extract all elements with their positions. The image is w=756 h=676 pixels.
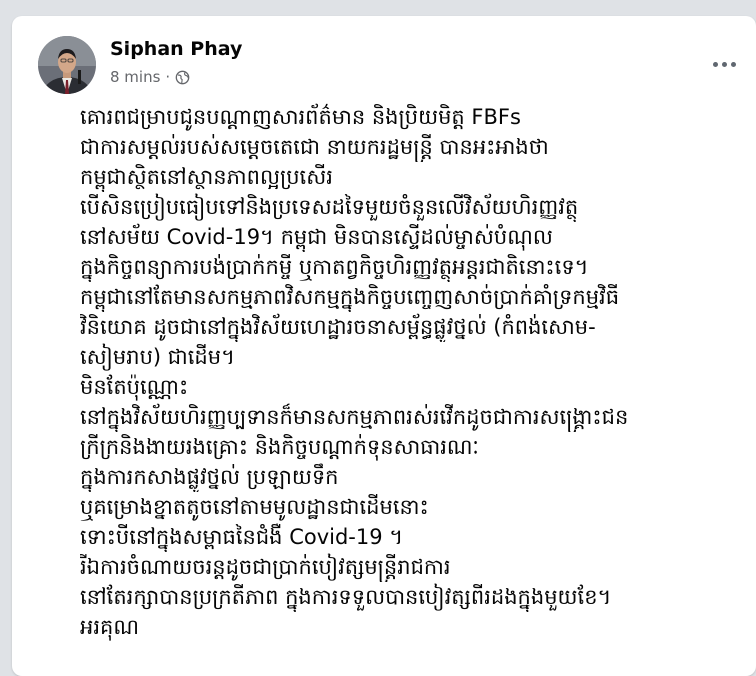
post-line: រីឯការចំណាយចរន្តដូចជាប្រាក់បៀវត្សមន្ត្រី… xyxy=(80,555,451,579)
post-line: វិនិយោគ ដូចជានៅក្នុងវិស័យហេដ្ឋារចនាសម្ព័… xyxy=(80,315,596,339)
post-line: នៅសម័យ Covid-19។ កម្ពុជា មិនបានស្ទើដល់ម្… xyxy=(80,225,553,249)
avatar-image xyxy=(38,36,96,94)
more-horizontal-icon xyxy=(721,61,727,67)
post-timestamp[interactable]: 8 mins xyxy=(110,68,160,86)
post-card: Siphan Phay 8 mins · គោរពជម្រាបជូនបណ្ដាញ… xyxy=(12,16,756,676)
post-line: អរគុណ xyxy=(80,615,139,639)
post-line: មិនតែប៉ុណ្ណោះ xyxy=(80,375,189,399)
post-line: ជាការសម្ដល់របស់សម្ដេចតេជោ នាយករដ្ឋមន្ត្រ… xyxy=(80,135,549,159)
post-line: គោរពជម្រាបជូនបណ្ដាញសារព័ត៌មាន និងប្រិយមិ… xyxy=(80,105,521,129)
post-line: នៅក្នុងវិស័យហិរញ្ញប្បទានក៏មានសកម្មភាពរស់… xyxy=(80,405,629,429)
post-line: ក្នុងកិច្ចពន្យាការបង់ប្រាក់កម្ចី ឬកាតព្វ… xyxy=(80,255,589,279)
post-line: ក្រីក្រនិងងាយរងគ្រោះ និងកិច្ចបណ្ដាក់ទុនស… xyxy=(80,435,479,459)
post-line: បើសិនប្រៀបធៀបទៅនិងប្រទេសដទៃមួយចំនួនលើវិស… xyxy=(80,195,579,219)
post-line: កម្ពុជានៅតែមានសកម្មភាពវិសកម្មក្នុងកិច្ចប… xyxy=(80,285,620,309)
globe-icon[interactable] xyxy=(175,70,190,85)
post-line: សៀមរាប) ជាដើម។ xyxy=(80,345,235,369)
meta-separator: · xyxy=(165,68,171,86)
post-line: ទោះបីនៅក្នុងសម្ពាធនៃជំងឺ Covid-19 ។ xyxy=(80,525,404,549)
more-options-button[interactable] xyxy=(706,46,742,82)
more-horizontal-icon xyxy=(712,61,718,67)
post-text: គោរពជម្រាបជូនបណ្ដាញសារព័ត៌មាន និងប្រិយមិ… xyxy=(80,102,744,642)
post-line: ក្នុងការកសាងផ្លូវថ្នល់ ប្រឡាយទឹក xyxy=(80,465,339,489)
post-meta: 8 mins · xyxy=(110,68,190,86)
post-line: នៅតែរក្សាបានប្រក្រតីភាព ក្នុងការទទួលបានប… xyxy=(80,585,612,609)
post-line: ឬគម្រោងខ្នាតតូចនៅតាមមូលដ្ឋានជាដើមនោះ xyxy=(80,495,429,519)
avatar[interactable] xyxy=(38,36,96,94)
post-line: កម្ពុជាស្ថិតនៅស្ថានភាពល្អប្រសើរ xyxy=(80,165,333,189)
author-name[interactable]: Siphan Phay xyxy=(110,38,242,60)
more-horizontal-icon xyxy=(730,61,736,67)
